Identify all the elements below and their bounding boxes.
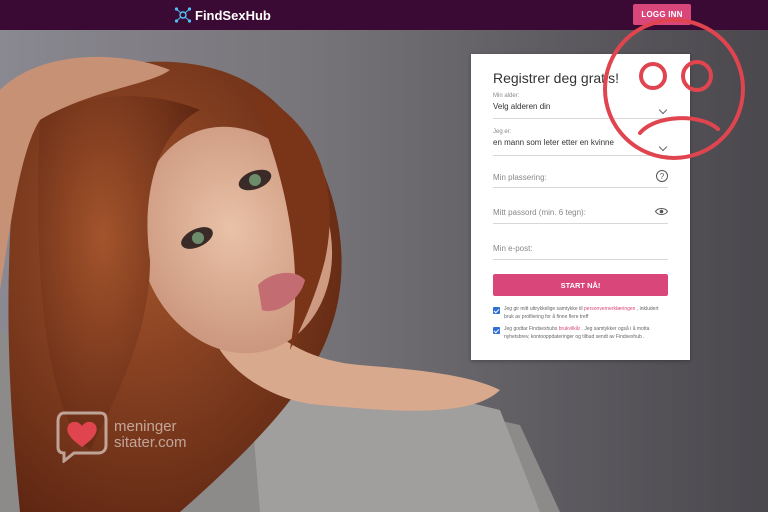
privacy-link[interactable]: personvernerklæringen — [584, 306, 635, 312]
password-placeholder: Mitt passord (min. 6 tegn): — [493, 208, 586, 217]
password-input[interactable]: Mitt passord (min. 6 tegn): — [493, 207, 668, 224]
consent-privacy-text: Jeg gir mitt uttrykkelige samtykke til p… — [504, 306, 659, 320]
network-icon — [174, 7, 192, 23]
email-placeholder: Min e-post: — [493, 244, 533, 253]
heart-icon — [56, 411, 108, 463]
watermark: meninger sitater.com — [54, 407, 187, 463]
location-placeholder: Min plassering: — [493, 173, 547, 182]
logo[interactable]: FindSexHub — [174, 5, 271, 25]
start-button[interactable]: START NÅ! — [493, 274, 668, 296]
consent-privacy: Jeg gir mitt uttrykkelige samtykke til p… — [493, 306, 668, 321]
location-input[interactable]: Min plassering: ? — [493, 170, 668, 188]
terms-link[interactable]: brukvilkår — [559, 326, 580, 332]
sad-face-icon — [603, 18, 745, 160]
email-input[interactable]: Min e-post: — [493, 243, 668, 260]
help-icon[interactable]: ? — [656, 170, 668, 182]
logo-text: FindSexHub — [195, 7, 271, 23]
eye-icon[interactable] — [655, 207, 668, 216]
watermark-text: meninger sitater.com — [114, 418, 187, 451]
consent-terms-text: Jeg godtar Findsexhubs brukvilkår . Jeg … — [504, 326, 650, 340]
terms-checkbox[interactable] — [493, 327, 500, 334]
consent-terms: Jeg godtar Findsexhubs brukvilkår . Jeg … — [493, 326, 668, 341]
privacy-checkbox[interactable] — [493, 307, 500, 314]
